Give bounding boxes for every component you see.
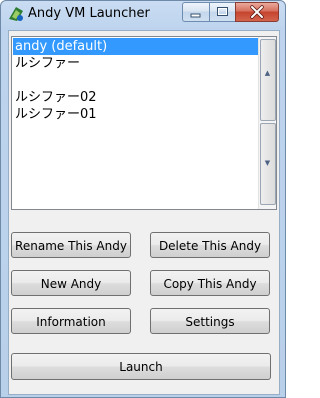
maximize-icon xyxy=(217,7,228,16)
list-item[interactable]: ルシファー01 xyxy=(13,106,258,123)
andy-app-icon xyxy=(9,7,23,21)
window-title: Andy VM Launcher xyxy=(28,6,150,21)
list-item-andy-default[interactable]: andy (default) xyxy=(13,38,258,55)
vm-list: andy (default) ルシファー ルシファー02 ルシファー01 xyxy=(13,38,258,123)
client-area: andy (default) ルシファー ルシファー02 ルシファー01 ▲ ▼… xyxy=(8,30,280,395)
vm-listbox[interactable]: andy (default) ルシファー ルシファー02 ルシファー01 ▲ ▼ xyxy=(11,36,277,210)
new-andy-button[interactable]: New Andy xyxy=(11,270,131,296)
close-icon xyxy=(250,5,264,19)
launch-button[interactable]: Launch xyxy=(11,353,271,380)
minimize-button[interactable] xyxy=(182,2,209,22)
scroll-up-arrow-icon[interactable]: ▲ xyxy=(259,65,276,82)
settings-button[interactable]: Settings xyxy=(150,308,270,334)
list-item[interactable] xyxy=(13,72,258,89)
vertical-scrollbar[interactable]: ▲ ▼ xyxy=(258,37,276,209)
caption-buttons xyxy=(182,2,279,22)
minimize-icon xyxy=(190,13,201,18)
rename-andy-button[interactable]: Rename This Andy xyxy=(11,232,131,258)
maximize-button[interactable] xyxy=(209,2,235,22)
copy-andy-button[interactable]: Copy This Andy xyxy=(150,270,270,296)
title-bar[interactable]: Andy VM Launcher xyxy=(1,1,285,29)
list-item[interactable]: ルシファー02 xyxy=(13,89,258,106)
list-item[interactable]: ルシファー xyxy=(13,55,258,72)
delete-andy-button[interactable]: Delete This Andy xyxy=(150,232,270,258)
close-button[interactable] xyxy=(235,2,279,22)
scroll-down-arrow-icon[interactable]: ▼ xyxy=(259,155,276,172)
information-button[interactable]: Information xyxy=(11,308,131,334)
app-window: Andy VM Launcher andy (default) ルシファー ルシ… xyxy=(0,0,286,398)
